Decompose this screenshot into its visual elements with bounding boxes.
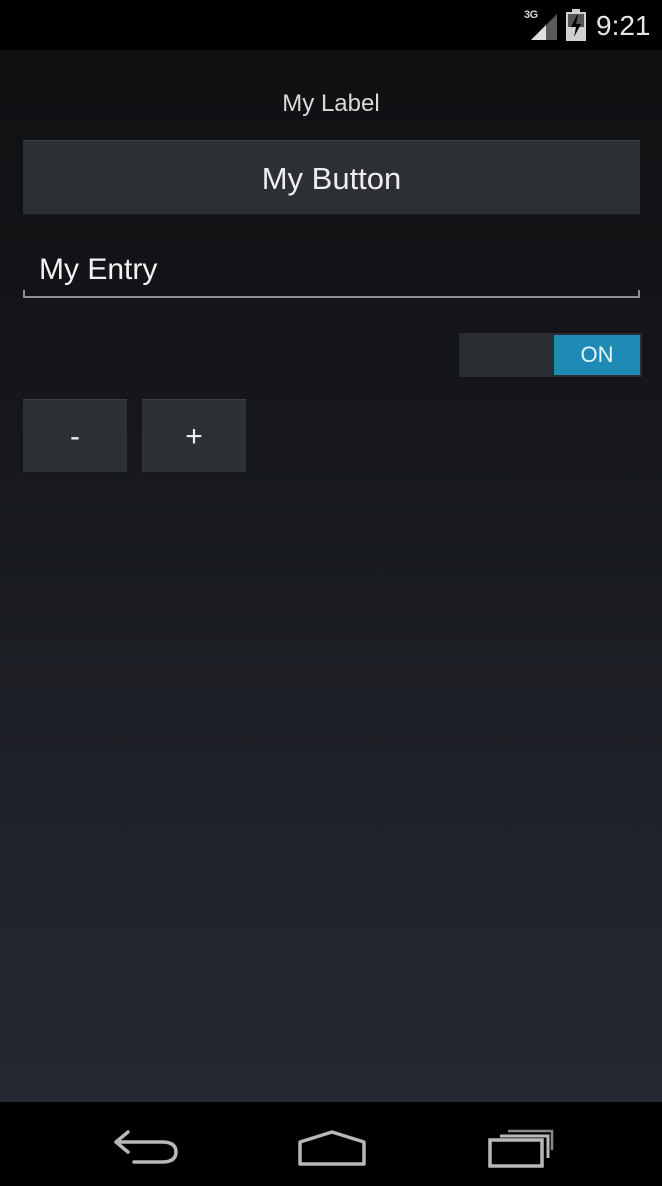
home-icon[interactable]	[296, 1128, 368, 1168]
recent-apps-icon[interactable]	[486, 1128, 554, 1168]
back-arrow-icon[interactable]	[112, 1128, 182, 1168]
navigation-bar	[0, 1102, 662, 1186]
entry-underline-left-edge	[23, 290, 25, 298]
my-button[interactable]: My Button	[23, 140, 640, 215]
battery-charging-icon	[566, 9, 586, 41]
entry-value: My Entry	[39, 253, 158, 286]
my-label: My Label	[282, 90, 380, 117]
switch-thumb-on: ON	[554, 335, 640, 375]
signal-bars-icon	[531, 14, 557, 40]
app-content: My Label My Button My Entry ON - +	[0, 50, 662, 1102]
status-bar: 3G 9:21	[0, 0, 662, 50]
entry-underline-right-edge	[638, 290, 640, 298]
android-screen: 3G 9:21 My Label My Button My Entry ON -…	[0, 0, 662, 1186]
status-clock: 9:21	[596, 10, 651, 41]
my-entry-field[interactable]: My Entry	[23, 245, 640, 298]
decrement-button[interactable]: -	[23, 399, 127, 473]
toggle-switch[interactable]: ON	[459, 333, 642, 377]
increment-button[interactable]: +	[142, 399, 246, 473]
